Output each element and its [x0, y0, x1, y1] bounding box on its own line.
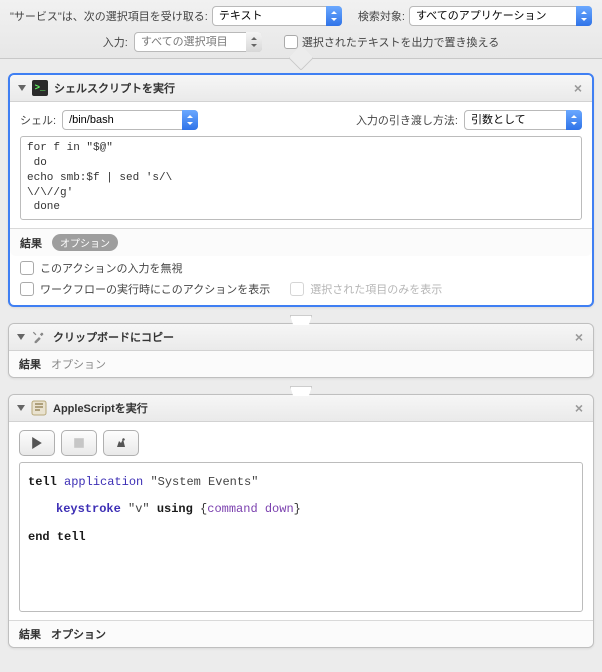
input-select-wrap: すべての選択項目 [134, 32, 262, 52]
disclosure-triangle-icon[interactable] [18, 85, 26, 91]
terminal-icon: >_ [32, 80, 48, 96]
action-title: クリップボードにコピー [53, 329, 567, 345]
action-header[interactable]: >_ シェルスクリプトを実行 × [10, 75, 592, 102]
close-icon[interactable]: × [573, 330, 585, 344]
pass-input-select[interactable]: 引数として [464, 110, 582, 130]
compile-button[interactable] [103, 430, 139, 456]
close-icon[interactable]: × [573, 401, 585, 415]
action-title: シェルスクリプトを実行 [54, 80, 566, 96]
results-tab[interactable]: 結果 [20, 235, 42, 251]
receive-label: "サービス"は、次の選択項目を受け取る: [10, 8, 208, 24]
show-selected-only-checkbox [290, 282, 304, 296]
workflow-canvas: >_ シェルスクリプトを実行 × シェル: /bin/bash 入力の引き渡し方… [0, 59, 602, 672]
shell-label: シェル: [20, 112, 56, 128]
pass-input-label: 入力の引き渡し方法: [356, 112, 458, 128]
action-run-shell-script[interactable]: >_ シェルスクリプトを実行 × シェル: /bin/bash 入力の引き渡し方… [8, 73, 594, 307]
action-run-applescript[interactable]: AppleScriptを実行 × tell application "Syste… [8, 394, 594, 648]
action-footer: 結果 オプション [9, 351, 593, 377]
replace-output-row: 選択されたテキストを出力で置き換える [284, 34, 499, 50]
target-select[interactable]: すべてのアプリケーション [409, 6, 592, 26]
options-tab[interactable]: オプション [52, 234, 118, 251]
action-footer: 結果 オプション [9, 620, 593, 647]
replace-output-checkbox[interactable] [284, 35, 298, 49]
connector-in [290, 386, 312, 396]
options-tab[interactable]: オプション [51, 356, 106, 372]
receive-select-wrap: テキスト [212, 6, 342, 26]
close-icon[interactable]: × [572, 81, 584, 95]
action-options: このアクションの入力を無視 ワークフローの実行時にこのアクションを表示 選択され… [10, 256, 592, 305]
tools-icon [31, 329, 47, 345]
shell-script-editor[interactable]: for f in "$@" do echo smb:$f | sed 's/\ … [20, 136, 582, 220]
ignore-input-checkbox[interactable] [20, 261, 34, 275]
show-at-run-label: ワークフローの実行時にこのアクションを表示 [40, 281, 270, 297]
disclosure-triangle-icon[interactable] [17, 405, 25, 411]
run-button[interactable] [19, 430, 55, 456]
service-config-bar: "サービス"は、次の選択項目を受け取る: テキスト 検索対象: すべてのアプリケ… [0, 0, 602, 59]
input-label: 入力: [103, 34, 128, 50]
options-tab[interactable]: オプション [51, 626, 106, 642]
action-copy-to-clipboard[interactable]: クリップボードにコピー × 結果 オプション [8, 323, 594, 378]
shell-select[interactable]: /bin/bash [62, 110, 198, 130]
input-select[interactable]: すべての選択項目 [134, 32, 262, 52]
replace-output-label: 選択されたテキストを出力で置き換える [302, 34, 499, 50]
applescript-editor[interactable]: tell application "System Events" keystro… [19, 462, 583, 612]
receive-select[interactable]: テキスト [212, 6, 342, 26]
script-toolbar [19, 430, 583, 456]
action-body: tell application "System Events" keystro… [9, 422, 593, 620]
action-body: シェル: /bin/bash 入力の引き渡し方法: 引数として for f in… [10, 102, 592, 228]
applescript-icon [31, 400, 47, 416]
show-selected-only-label: 選択された項目のみを表示 [310, 281, 442, 297]
show-at-run-checkbox[interactable] [20, 282, 34, 296]
disclosure-triangle-icon[interactable] [17, 334, 25, 340]
ignore-input-label: このアクションの入力を無視 [40, 260, 182, 276]
stop-button[interactable] [61, 430, 97, 456]
results-tab[interactable]: 結果 [19, 356, 41, 372]
action-header[interactable]: クリップボードにコピー × [9, 324, 593, 351]
action-header[interactable]: AppleScriptを実行 × [9, 395, 593, 422]
connector-in [290, 315, 312, 325]
results-tab[interactable]: 結果 [19, 626, 41, 642]
target-label: 検索対象: [358, 8, 405, 24]
action-footer: 結果 オプション [10, 228, 592, 256]
target-select-wrap: すべてのアプリケーション [409, 6, 592, 26]
action-title: AppleScriptを実行 [53, 400, 567, 416]
